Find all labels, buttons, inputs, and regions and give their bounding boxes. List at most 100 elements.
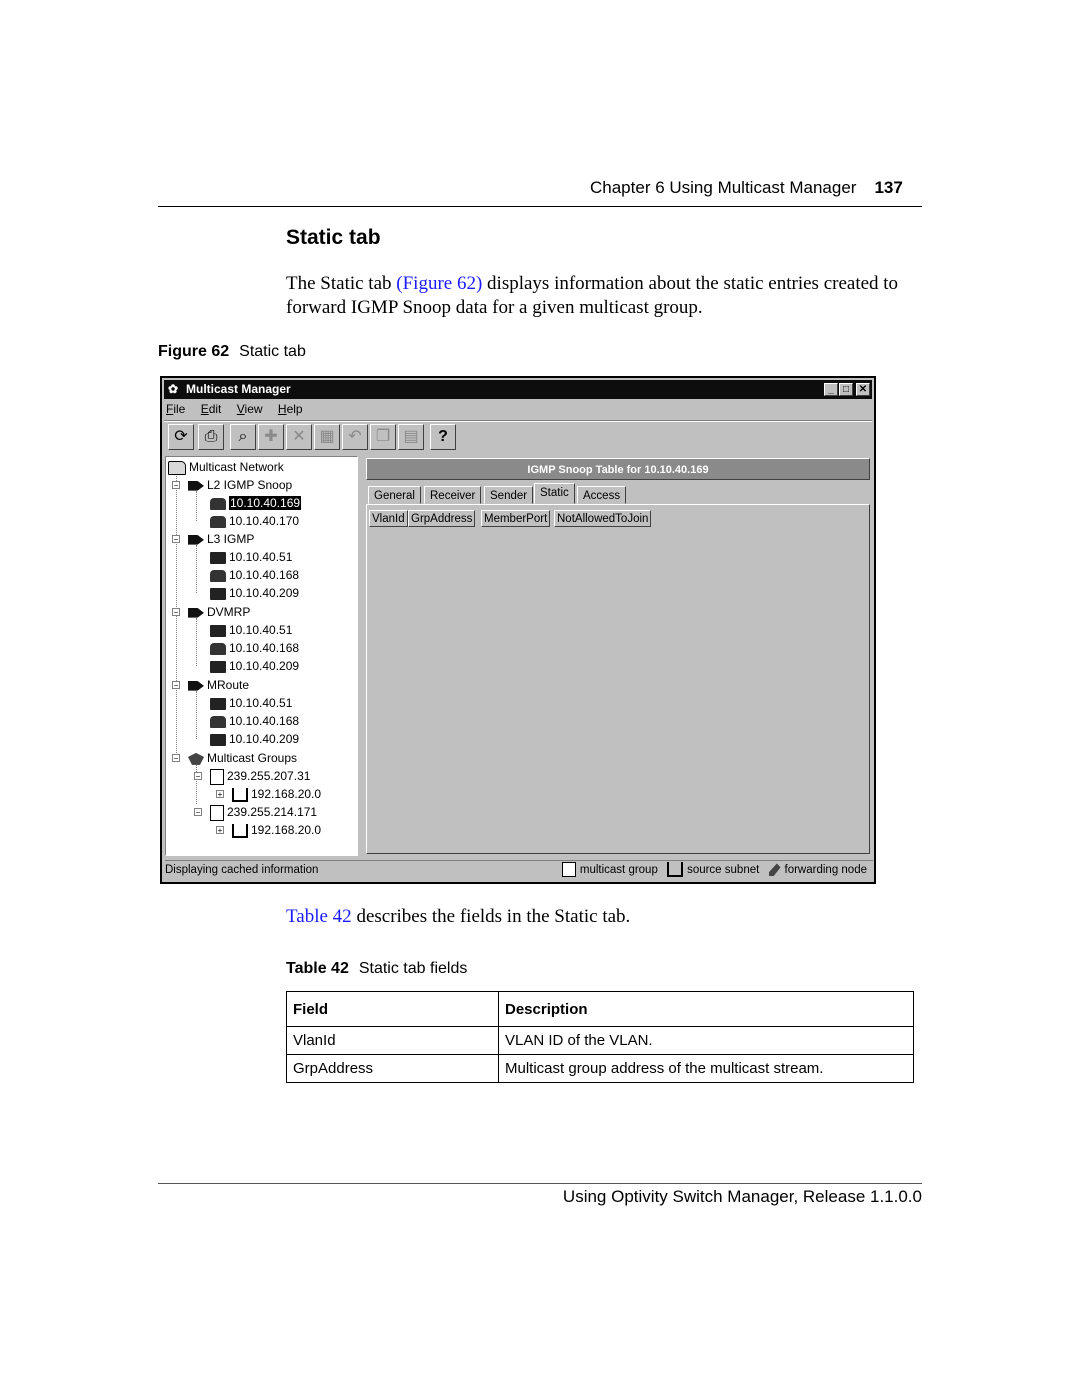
- collapse-icon[interactable]: −: [194, 808, 202, 817]
- tree-node-mroute[interactable]: − MRoute: [172, 677, 249, 693]
- tree-node-switch[interactable]: 10.10.40.170: [210, 513, 299, 529]
- paste-button[interactable]: ▤: [398, 424, 424, 450]
- tab-general[interactable]: General: [368, 486, 421, 504]
- multicast-group-icon: [561, 862, 576, 878]
- find-button[interactable]: ⌕: [230, 424, 256, 450]
- router-icon: [210, 624, 226, 637]
- tree-node-group[interactable]: −239.255.214.171: [194, 804, 317, 821]
- tree-node-subnet[interactable]: +192.168.20.0: [216, 822, 321, 838]
- window-title: Multicast Manager: [186, 382, 291, 396]
- multicast-group-icon: [210, 804, 224, 821]
- protocol-icon: [188, 681, 204, 691]
- source-subnet-icon: [667, 862, 684, 878]
- multicast-groups-icon: [188, 752, 204, 765]
- tree-node-switch[interactable]: 10.10.40.51: [210, 695, 292, 711]
- tree-node-dvmrp[interactable]: − DVMRP: [172, 604, 250, 620]
- collapse-icon[interactable]: −: [172, 754, 180, 763]
- header-rule: [158, 206, 922, 207]
- find-icon: ⌕: [238, 428, 248, 445]
- running-header: Chapter 6 Using Multicast Manager 137: [590, 178, 903, 198]
- tree-node-switch[interactable]: 10.10.40.209: [210, 585, 299, 601]
- refresh-icon: ⟳: [174, 428, 188, 445]
- protocol-icon: [188, 535, 204, 545]
- maximize-button[interactable]: □: [839, 383, 853, 396]
- tree-node-switch[interactable]: 10.10.40.168: [210, 713, 299, 729]
- router-icon: [210, 587, 226, 600]
- collapse-icon[interactable]: −: [172, 481, 180, 490]
- tree-node-switch[interactable]: 10.10.40.51: [210, 549, 292, 565]
- menu-view[interactable]: View: [237, 402, 263, 416]
- tree-node-switch[interactable]: 10.10.40.209: [210, 658, 299, 674]
- source-subnet-icon: [232, 787, 248, 802]
- router-icon: [210, 551, 226, 564]
- figure-link[interactable]: (Figure 62): [396, 273, 482, 294]
- menu-file[interactable]: File: [166, 402, 185, 416]
- undo-icon: ↶: [348, 428, 362, 445]
- table-link[interactable]: Table 42: [286, 906, 352, 927]
- print-button[interactable]: ⎙: [198, 424, 224, 450]
- column-header-memberport[interactable]: MemberPort: [481, 510, 551, 527]
- static-table: VlanId GrpAddress MemberPort NotAllowedT…: [366, 504, 870, 854]
- properties-button[interactable]: ▦: [314, 424, 340, 450]
- menu-edit[interactable]: Edit: [201, 402, 222, 416]
- icon-legend: multicast group source subnet forwarding…: [556, 861, 867, 879]
- tree-node-l3-igmp[interactable]: − L3 IGMP: [172, 531, 254, 547]
- page-number: 137: [874, 178, 903, 197]
- multicast-manager-window: ✿ Multicast Manager _ □ ✕ File Edit View…: [160, 376, 876, 884]
- copy-button[interactable]: ❐: [370, 424, 396, 450]
- column-header-notallowedtojoin[interactable]: NotAllowedToJoin: [554, 510, 652, 527]
- cell-description: Multicast group address of the multicast…: [498, 1054, 914, 1083]
- table-label: Table 42: [286, 960, 349, 977]
- tree-node-switch[interactable]: 10.10.40.168: [210, 640, 299, 656]
- cell-field: VlanId: [286, 1026, 499, 1055]
- table-title: Static tab fields: [358, 960, 468, 977]
- intro-paragraph: The Static tab (Figure 62) displays info…: [286, 272, 926, 320]
- delete-button[interactable]: ✕: [286, 424, 312, 450]
- intro-text-start: The Static tab: [286, 273, 397, 294]
- copy-icon: ❐: [375, 428, 391, 445]
- menu-help[interactable]: Help: [278, 402, 303, 416]
- print-icon: ⎙: [204, 428, 218, 445]
- tree-node-l2-igmp-snoop[interactable]: − L2 IGMP Snoop: [172, 477, 292, 493]
- section-title: Static tab: [286, 226, 381, 249]
- router-icon: [210, 697, 226, 710]
- undo-button[interactable]: ↶: [342, 424, 368, 450]
- help-button[interactable]: ?: [430, 424, 456, 450]
- add-button[interactable]: ✚: [258, 424, 284, 450]
- add-icon: ✚: [264, 428, 278, 445]
- tree-node-multicast-groups[interactable]: − Multicast Groups: [172, 750, 297, 766]
- router-icon: [210, 733, 226, 746]
- expand-icon[interactable]: +: [216, 790, 224, 799]
- chapter-title: Chapter 6 Using Multicast Manager: [590, 178, 857, 197]
- tree-node-switch[interactable]: 10.10.40.209: [210, 731, 299, 747]
- collapse-icon[interactable]: −: [172, 681, 180, 690]
- close-button[interactable]: ✕: [856, 383, 870, 396]
- tab-sender[interactable]: Sender: [484, 486, 534, 504]
- router-icon: [210, 660, 226, 673]
- minimize-button[interactable]: _: [824, 383, 838, 396]
- help-icon: ?: [438, 428, 448, 445]
- expand-icon[interactable]: +: [216, 826, 224, 835]
- tree-node-subnet[interactable]: +192.168.20.0: [216, 786, 321, 802]
- status-text: Displaying cached information: [165, 864, 319, 876]
- toolbar-divider: [164, 420, 872, 422]
- collapse-icon[interactable]: −: [172, 608, 180, 617]
- tab-static[interactable]: Static: [534, 483, 575, 504]
- refresh-button[interactable]: ⟳: [168, 424, 194, 450]
- header-field: Field: [286, 991, 499, 1027]
- column-header-grpaddress[interactable]: GrpAddress: [408, 510, 476, 527]
- column-header-vlanid[interactable]: VlanId: [369, 510, 408, 527]
- tree-node-switch[interactable]: 10.10.40.168: [210, 567, 299, 583]
- switch-icon: [210, 515, 226, 528]
- network-tree[interactable]: Multicast Network − L2 IGMP Snoop 10.10.4…: [165, 456, 358, 856]
- title-bar[interactable]: ✿ Multicast Manager _ □ ✕: [164, 380, 872, 399]
- tree-node-root[interactable]: Multicast Network: [168, 459, 284, 475]
- tree-node-switch[interactable]: 10.10.40.51: [210, 622, 292, 638]
- tab-receiver[interactable]: Receiver: [424, 486, 482, 504]
- collapse-icon[interactable]: −: [194, 772, 202, 781]
- delete-icon: ✕: [292, 428, 306, 445]
- tree-node-group[interactable]: −239.255.207.31: [194, 768, 310, 785]
- collapse-icon[interactable]: −: [172, 535, 180, 544]
- tab-access[interactable]: Access: [577, 486, 627, 504]
- tree-node-switch[interactable]: 10.10.40.169: [210, 495, 302, 511]
